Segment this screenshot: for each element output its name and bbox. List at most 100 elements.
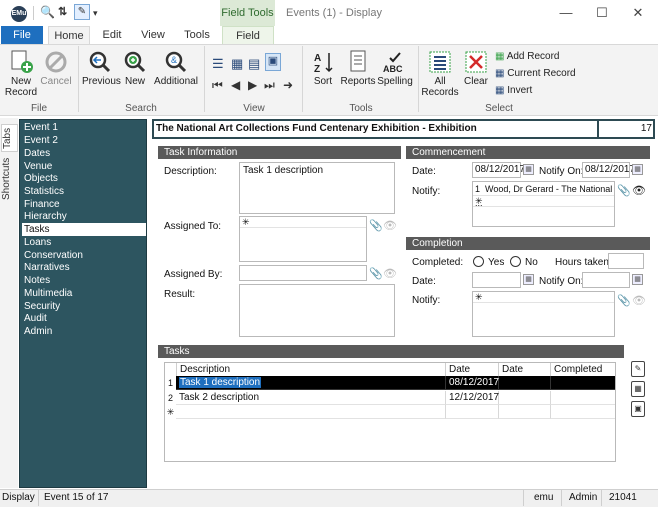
table-cell-date[interactable] xyxy=(446,405,499,419)
table-cell-completed[interactable] xyxy=(551,391,615,405)
view-icon[interactable]: 👁 xyxy=(632,294,646,307)
result-field[interactable] xyxy=(239,284,395,337)
details-view-icon[interactable]: ▤ xyxy=(248,56,260,72)
nav-item-statistics[interactable]: Statistics xyxy=(22,185,146,198)
nav-item-event-1[interactable]: Event 1 xyxy=(22,121,146,134)
nav-item-dates[interactable]: Dates xyxy=(22,147,146,160)
tab-field[interactable]: Field xyxy=(222,26,274,44)
device-icon[interactable]: ▣ xyxy=(631,401,645,417)
nav-item-objects[interactable]: Objects xyxy=(22,172,146,185)
new-record-button[interactable]: New Record xyxy=(3,50,39,98)
minimize-icon[interactable]: — xyxy=(552,4,580,22)
attach-icon[interactable]: 📎 xyxy=(617,184,631,197)
completed-no-radio[interactable] xyxy=(510,256,521,267)
table-cell-date-2[interactable] xyxy=(499,376,551,390)
attach-icon[interactable]: 📎 xyxy=(369,219,383,232)
additional-search-button[interactable]: & Additional xyxy=(152,50,200,87)
new-search-button[interactable]: New xyxy=(121,50,149,87)
divider xyxy=(561,490,562,506)
view-icon[interactable]: 👁 xyxy=(632,184,646,197)
tab-file[interactable]: File xyxy=(1,26,43,44)
calendar-icon[interactable]: ▦ xyxy=(523,164,534,175)
nav-item-hierarchy[interactable]: Hierarchy xyxy=(22,210,146,223)
previous-button[interactable]: Previous xyxy=(82,50,121,87)
commencement-notify-on-field[interactable]: 08/12/2017 xyxy=(582,162,635,178)
field-tools-tab[interactable]: Field Tools xyxy=(220,0,275,26)
page-view-icon[interactable]: ▣ xyxy=(265,53,281,71)
table-cell-completed[interactable] xyxy=(551,405,615,419)
attach-icon[interactable]: 📎 xyxy=(369,267,383,280)
column-header-completed[interactable]: Completed xyxy=(551,363,615,376)
tab-home[interactable]: Home xyxy=(48,26,90,44)
nav-item-notes[interactable]: Notes xyxy=(22,274,146,287)
calendar-icon[interactable]: ▦ xyxy=(632,164,643,175)
attach-icon[interactable]: 📎 xyxy=(617,294,631,307)
nav-item-tasks[interactable]: Tasks xyxy=(22,223,146,236)
calendar-icon[interactable]: ▦ xyxy=(632,274,643,285)
assigned-to-field[interactable]: ✳ xyxy=(239,216,367,262)
all-records-button[interactable]: All Records xyxy=(421,50,459,98)
table-cell-completed[interactable] xyxy=(551,376,615,390)
table-cell-date-2[interactable] xyxy=(499,405,551,419)
close-icon[interactable]: ✕ xyxy=(624,4,652,22)
completion-notify-field[interactable]: ✳ xyxy=(472,291,615,337)
commencement-notify-field[interactable]: 1 Wood, Dr Gerard - The National ... ✳ xyxy=(472,181,615,227)
tab-shortcuts[interactable]: Shortcuts xyxy=(1,156,18,202)
column-header-description[interactable]: Description xyxy=(176,363,446,376)
sort-button[interactable]: AZ Sort xyxy=(308,50,338,87)
reports-button[interactable]: Reports xyxy=(340,50,376,87)
view-icon[interactable]: 👁 xyxy=(383,219,397,232)
notify-row[interactable]: 1 Wood, Dr Gerard - The National ... xyxy=(473,182,614,208)
table-cell-description[interactable]: Task 1 description xyxy=(176,376,446,390)
nav-item-admin[interactable]: Admin xyxy=(22,325,146,338)
completion-notify-on-field[interactable] xyxy=(582,272,630,288)
chevron-down-icon[interactable]: ▾ xyxy=(93,8,98,19)
assigned-by-field[interactable] xyxy=(239,265,367,281)
table-cell-description[interactable] xyxy=(176,405,446,419)
column-header-date-2[interactable]: Date xyxy=(499,363,551,376)
cancel-button[interactable]: Cancel xyxy=(40,50,72,87)
calendar-icon[interactable]: ▦ xyxy=(523,274,534,285)
add-record-button[interactable]: ▦ Add Record xyxy=(495,51,560,62)
assigned-to-label: Assigned To: xyxy=(164,221,222,232)
nav-item-loans[interactable]: Loans xyxy=(22,236,146,249)
table-cell-description[interactable]: Task 2 description xyxy=(176,391,446,405)
clipboard-icon[interactable]: ✎ xyxy=(631,361,645,377)
previous-label: Previous xyxy=(82,76,121,87)
list-view-icon[interactable]: ☰ xyxy=(212,56,224,72)
grid-view-icon[interactable]: ▦ xyxy=(231,56,243,72)
nav-item-event-2[interactable]: Event 2 xyxy=(22,134,146,147)
commencement-date-field[interactable]: 08/12/2017 xyxy=(472,162,525,178)
table-cell-date[interactable]: 12/12/2017 xyxy=(446,391,499,405)
next-record-icon[interactable]: ▶ xyxy=(248,78,257,92)
first-record-icon[interactable]: ⏮ xyxy=(212,78,223,93)
edit-icon[interactable]: ✎ xyxy=(74,4,90,20)
calculator-icon[interactable]: ▦ xyxy=(631,381,645,397)
invert-button[interactable]: ▦ Invert xyxy=(495,85,532,96)
search-icon[interactable]: 🔍 xyxy=(40,5,55,19)
column-header-date[interactable]: Date xyxy=(446,363,499,376)
table-cell-date[interactable]: 08/12/2017 xyxy=(446,376,499,390)
tab-tools[interactable]: Tools xyxy=(180,26,214,44)
previous-record-icon[interactable]: ◀ xyxy=(231,78,240,92)
current-record-button[interactable]: ▦ Current Record xyxy=(495,68,576,79)
description-field[interactable]: Task 1 description xyxy=(239,162,395,214)
completion-date-field[interactable] xyxy=(472,272,521,288)
spelling-button[interactable]: ABC Spelling xyxy=(377,50,413,87)
go-to-record-icon[interactable]: ➜ xyxy=(283,78,293,92)
tab-edit[interactable]: Edit xyxy=(96,26,128,44)
clear-button[interactable]: Clear xyxy=(462,50,490,87)
tab-tabs[interactable]: Tabs xyxy=(1,124,18,152)
maximize-icon[interactable]: ☐ xyxy=(588,4,616,22)
view-icon[interactable]: 👁 xyxy=(383,267,397,280)
last-record-icon[interactable]: ⏭ xyxy=(264,78,275,93)
sort-az-icon[interactable]: ⇅ xyxy=(58,5,67,18)
nav-item-narratives[interactable]: Narratives xyxy=(22,261,146,274)
hours-taken-field[interactable] xyxy=(608,253,644,269)
nav-item-multimedia[interactable]: Multimedia xyxy=(22,287,146,300)
nav-item-audit[interactable]: Audit xyxy=(22,312,146,325)
table-cell-date-2[interactable] xyxy=(499,391,551,405)
tab-view[interactable]: View xyxy=(137,26,169,44)
completed-yes-radio[interactable] xyxy=(473,256,484,267)
status-record-position: Event 15 of 17 xyxy=(44,492,109,503)
